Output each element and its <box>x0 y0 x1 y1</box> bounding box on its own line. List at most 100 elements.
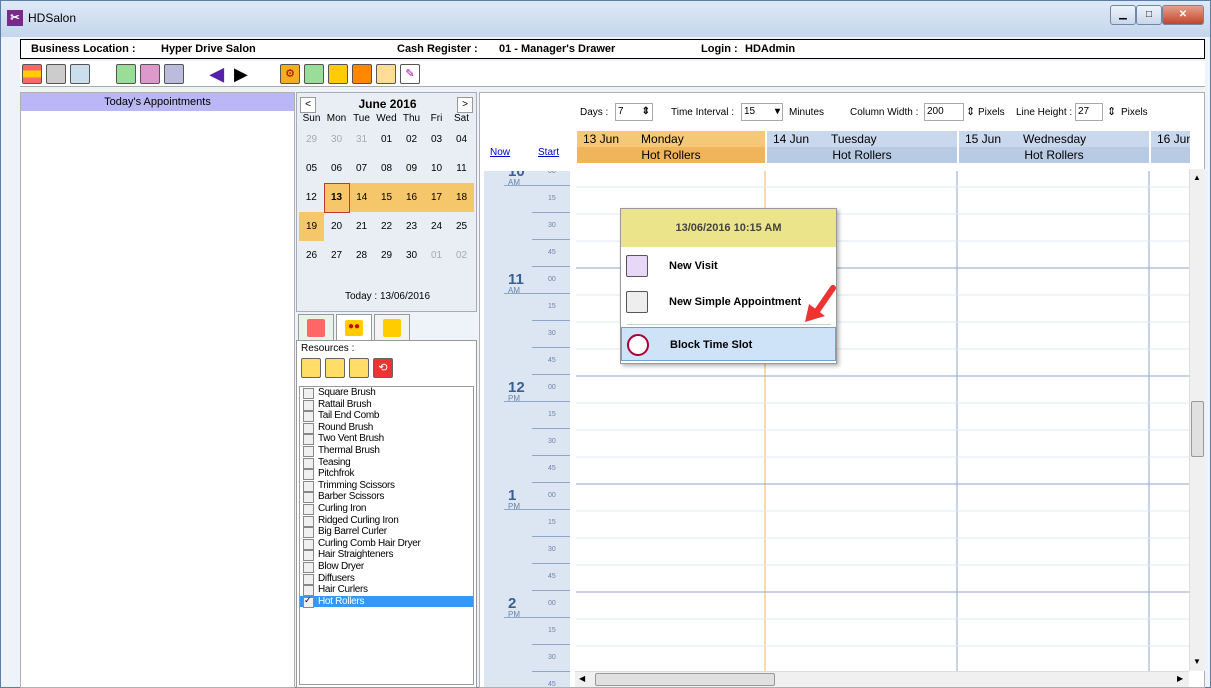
resource-item[interactable]: Diffusers <box>300 573 473 585</box>
calendar-day[interactable]: 11 <box>449 154 474 183</box>
calendar-day[interactable]: 17 <box>424 183 449 212</box>
calendar-day[interactable]: 29 <box>299 125 324 154</box>
scroll-right-icon[interactable]: ▶ <box>1177 674 1183 683</box>
tab-staff[interactable] <box>298 314 334 340</box>
calendar-day[interactable]: 27 <box>324 241 349 270</box>
resource-item[interactable]: Tail End Comb <box>300 410 473 422</box>
calendar-day[interactable]: 04 <box>449 125 474 154</box>
vertical-scrollbar[interactable]: ▲ ▼ <box>1189 169 1205 671</box>
scroll-left-icon[interactable]: ◀ <box>579 674 585 683</box>
line-height-spinner[interactable]: 27 <box>1075 103 1103 121</box>
day-header-thursday[interactable]: 16 Jun <box>1150 131 1190 163</box>
friday-calendar-icon[interactable] <box>140 64 160 84</box>
calendar-day[interactable]: 01 <box>374 125 399 154</box>
resource-item[interactable]: Curling Iron <box>300 503 473 515</box>
calendar-day[interactable]: 02 <box>449 241 474 270</box>
resource-item[interactable]: Two Vent Brush <box>300 433 473 445</box>
calendar-10-icon[interactable] <box>304 64 324 84</box>
calendar-day[interactable]: 03 <box>424 125 449 154</box>
schedule-icon[interactable] <box>352 64 372 84</box>
close-button[interactable]: ✕ <box>1162 5 1204 25</box>
day-header-monday[interactable]: 13 Jun Monday Hot Rollers <box>576 131 765 163</box>
day-header-tuesday[interactable]: 14 Jun Tuesday Hot Rollers <box>766 131 957 163</box>
calendar-day[interactable]: 14 <box>349 183 374 212</box>
calendar-day[interactable]: 09 <box>399 154 424 183</box>
now-link[interactable]: Now <box>490 147 510 158</box>
notes-icon[interactable] <box>376 64 396 84</box>
resource-item[interactable]: Hot Rollers <box>300 595 473 608</box>
check-all-icon[interactable] <box>301 358 321 378</box>
resource-item[interactable]: Square Brush <box>300 387 473 399</box>
time-interval-select[interactable]: 15 ▾ <box>741 103 783 121</box>
calendar-day[interactable]: 30 <box>324 125 349 154</box>
start-link[interactable]: Start <box>538 147 559 158</box>
tab-clients[interactable] <box>374 314 410 340</box>
maximize-button[interactable]: □ <box>1136 5 1162 25</box>
calendar-day[interactable]: 13 <box>323 182 350 213</box>
month-calendar-icon[interactable] <box>164 64 184 84</box>
column-width-spinner[interactable]: 200 <box>924 103 964 121</box>
client-icon[interactable] <box>328 64 348 84</box>
tab-resources[interactable]: ●● <box>336 314 372 342</box>
calendar-day[interactable]: 22 <box>374 212 399 241</box>
calendar-day[interactable]: 01 <box>424 241 449 270</box>
calendar-day[interactable]: 31 <box>349 125 374 154</box>
resource-item[interactable]: Curling Comb Hair Dryer <box>300 538 473 550</box>
calendar-day[interactable]: 07 <box>349 154 374 183</box>
scroll-down-icon[interactable]: ▼ <box>1193 657 1201 666</box>
resource-item[interactable]: Teasing <box>300 457 473 469</box>
horizontal-scrollbar[interactable]: ◀ ▶ <box>575 671 1189 687</box>
calendar-day[interactable]: 20 <box>324 212 349 241</box>
resource-item[interactable]: Thermal Brush <box>300 445 473 457</box>
resource-item[interactable]: Pitchfrok <box>300 468 473 480</box>
calendar-week-icon[interactable] <box>70 64 90 84</box>
calendar-day[interactable]: 16 <box>399 183 424 212</box>
colwidth-stepper-icon[interactable]: ⇕ <box>966 105 975 118</box>
calendar-day[interactable]: 24 <box>424 212 449 241</box>
resource-item[interactable]: Ridged Curling Iron <box>300 515 473 527</box>
calendar-day[interactable]: 10 <box>424 154 449 183</box>
calendar-day[interactable]: 12 <box>299 183 324 212</box>
scroll-thumb[interactable] <box>1191 401 1204 457</box>
receipt-icon[interactable] <box>46 64 66 84</box>
calendar-day[interactable]: 23 <box>399 212 424 241</box>
calendar-day[interactable]: 29 <box>374 241 399 270</box>
calendar-day[interactable]: 15 <box>374 183 399 212</box>
calendar-day[interactable]: 25 <box>449 212 474 241</box>
calendar-day[interactable]: 08 <box>374 154 399 183</box>
calendar-day[interactable]: 05 <box>299 154 324 183</box>
resource-item[interactable]: Round Brush <box>300 422 473 434</box>
calendar-day[interactable]: 06 <box>324 154 349 183</box>
scroll-up-icon[interactable]: ▲ <box>1193 173 1201 182</box>
calendar-day[interactable]: 26 <box>299 241 324 270</box>
menu-icon[interactable] <box>22 64 42 84</box>
back-arrow-icon[interactable]: ◀ <box>210 64 230 84</box>
resource-item[interactable]: Hair Curlers <box>300 584 473 596</box>
resource-item[interactable]: Trimming Scissors <box>300 480 473 492</box>
resource-item[interactable]: Hair Straighteners <box>300 549 473 561</box>
resource-item[interactable]: Barber Scissors <box>300 491 473 503</box>
pen-icon[interactable]: ✎ <box>400 64 420 84</box>
settings-gear-icon[interactable]: ⚙ <box>280 64 300 84</box>
today-label[interactable]: Today : 13/06/2016 <box>297 291 478 302</box>
day-calendar-icon[interactable] <box>116 64 136 84</box>
new-visit-item[interactable]: New Visit <box>621 249 836 283</box>
calendar-day[interactable]: 28 <box>349 241 374 270</box>
days-spinner[interactable]: 7 ⇕ <box>615 103 653 121</box>
lineheight-stepper-icon[interactable]: ⇕ <box>1107 105 1116 118</box>
block-time-slot-item[interactable]: Block Time Slot <box>621 327 836 361</box>
calendar-day[interactable]: 21 <box>349 212 374 241</box>
calendar-day[interactable]: 30 <box>399 241 424 270</box>
resource-item[interactable]: Rattail Brush <box>300 399 473 411</box>
refresh-icon[interactable]: ⟲ <box>373 358 393 378</box>
calendar-day[interactable]: 02 <box>399 125 424 154</box>
calendar-day[interactable]: 18 <box>449 183 474 212</box>
uncheck-all-icon[interactable] <box>325 358 345 378</box>
forward-arrow-icon[interactable]: ▶ <box>234 64 254 84</box>
day-header-wednesday[interactable]: 15 Jun Wednesday Hot Rollers <box>958 131 1149 163</box>
invert-selection-icon[interactable] <box>349 358 369 378</box>
resource-item[interactable]: Blow Dryer <box>300 561 473 573</box>
resource-item[interactable]: Big Barrel Curler <box>300 526 473 538</box>
calendar-day[interactable]: 19 <box>299 212 324 241</box>
minimize-button[interactable]: ▁ <box>1110 5 1136 25</box>
